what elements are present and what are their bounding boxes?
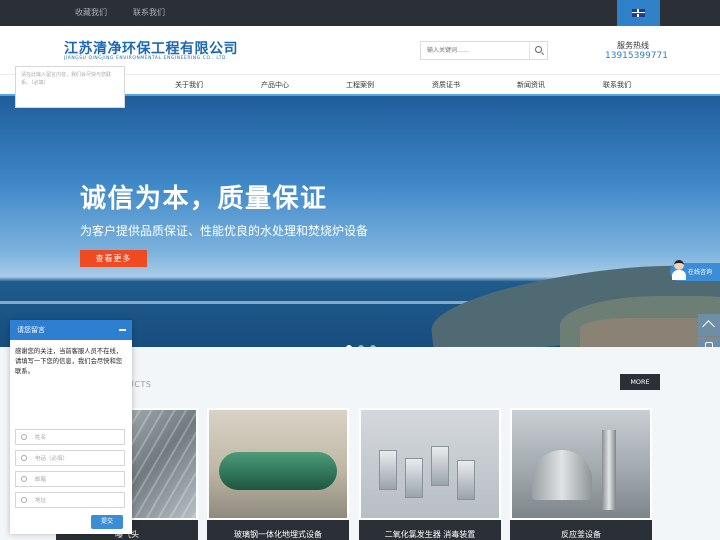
chat-title: 请您留言 <box>17 326 45 334</box>
phone-icon <box>21 455 27 461</box>
message-placeholder: 请在此输入留言内容，我们会尽快与您联系。（必填） <box>21 72 112 86</box>
product-card[interactable]: 反应釜设备 <box>510 408 652 540</box>
online-consult-button[interactable]: 在线咨询 <box>670 260 720 281</box>
online-consult-label: 在线咨询 <box>688 269 713 276</box>
hotline-number: 13915399771 <box>605 51 668 61</box>
product-image[interactable] <box>209 410 347 518</box>
language-switch[interactable] <box>617 0 660 26</box>
banner-more-button[interactable]: 查看更多 <box>80 250 147 267</box>
search-button[interactable] <box>529 42 547 59</box>
address-field[interactable]: 地址 <box>15 492 125 508</box>
product-card[interactable]: 二氧化氯发生器 消毒装置 <box>359 408 501 540</box>
phone-field[interactable]: 电话（必填） <box>15 450 125 466</box>
product-image[interactable] <box>361 410 499 518</box>
top-bar: 收藏我们 联系我们 <box>0 0 720 26</box>
minimize-icon[interactable] <box>119 329 126 331</box>
hotline-label: 服务热线 <box>617 41 649 50</box>
user-icon <box>21 434 27 440</box>
favorite-link[interactable]: 收藏我们 <box>75 0 107 26</box>
email-placeholder: 邮箱 <box>35 477 47 483</box>
search-input[interactable] <box>421 42 529 59</box>
nav-item-news[interactable]: 新闻资讯 <box>488 75 574 95</box>
location-icon <box>21 497 27 503</box>
back-to-top-button[interactable] <box>698 314 720 336</box>
search-icon <box>535 46 542 53</box>
banner-title: 诚信为本，质量保证 <box>80 184 328 214</box>
product-caption[interactable]: 二氧化氯发生器 消毒装置 <box>359 520 501 540</box>
contact-link[interactable]: 联系我们 <box>133 0 165 26</box>
nav-item-cases[interactable]: 工程案例 <box>317 75 403 95</box>
banner-subtitle: 为客户提供品质保证、性能优良的水处理和焚烧炉设备 <box>80 224 369 238</box>
address-placeholder: 地址 <box>35 498 47 504</box>
nav-item-contact[interactable]: 联系我们 <box>574 75 660 95</box>
product-image[interactable] <box>512 410 650 518</box>
email-field[interactable]: 邮箱 <box>15 471 125 487</box>
chat-header[interactable]: 请您留言 <box>10 320 132 340</box>
more-button[interactable]: MORE <box>620 374 660 390</box>
company-logo-name[interactable]: 江苏清净环保工程有限公司 <box>64 38 238 58</box>
product-caption[interactable]: 玻璃钢一体化地埋式设备 <box>207 520 349 540</box>
submit-button[interactable]: 提交 <box>91 515 123 529</box>
uk-flag-icon <box>632 9 645 17</box>
product-card[interactable]: 玻璃钢一体化地埋式设备 <box>207 408 349 540</box>
phone-placeholder: 电话（必填） <box>35 456 69 462</box>
email-icon <box>21 476 27 482</box>
nav-item-about[interactable]: 关于我们 <box>146 75 232 95</box>
agent-avatar-icon <box>672 260 687 280</box>
company-logo-english: JIANGSU QINGJING ENVIRONMENTAL ENGINEERI… <box>64 56 227 61</box>
nav-item-certificates[interactable]: 资质证书 <box>403 75 489 95</box>
chat-notice: 感谢您的关注，当前客服人员不在线，请填写一下您的信息，我们会尽快和您联系。 <box>15 348 123 375</box>
message-textarea[interactable]: 请在此输入留言内容，我们会尽快与您联系。（必填） <box>15 66 125 108</box>
search-box <box>420 41 548 60</box>
name-field[interactable]: 姓名 <box>15 429 125 445</box>
name-placeholder: 姓名 <box>35 435 47 441</box>
nav-item-products[interactable]: 产品中心 <box>232 75 318 95</box>
product-caption[interactable]: 反应釜设备 <box>510 520 652 540</box>
chevron-up-icon <box>702 320 715 333</box>
